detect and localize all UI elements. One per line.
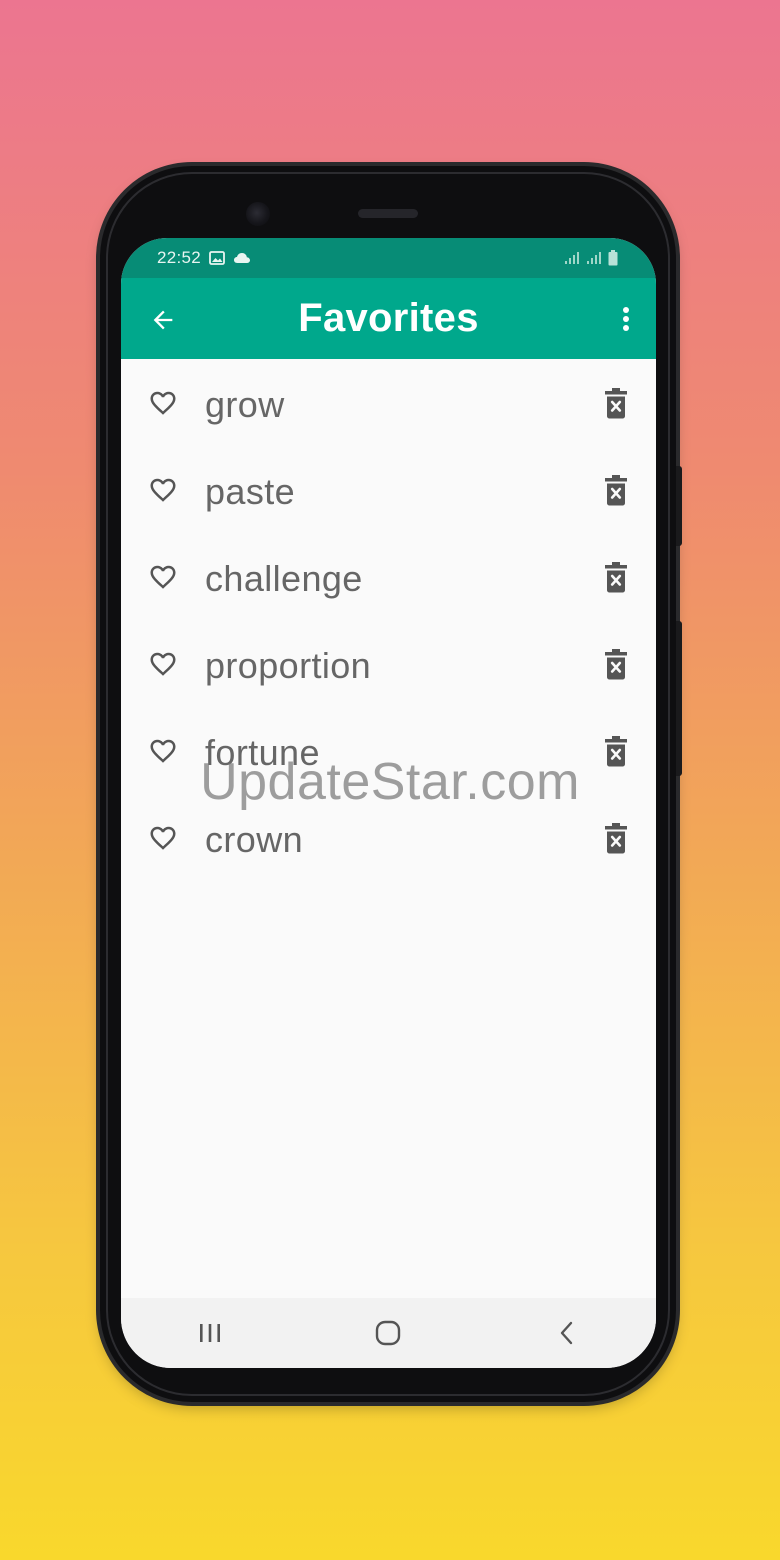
favorite-list-item[interactable]: crown [121, 797, 656, 884]
cloud-icon [234, 253, 251, 263]
earpiece-speaker [358, 209, 418, 218]
delete-forever-icon[interactable] [604, 387, 628, 419]
back-icon [560, 1321, 573, 1345]
heart-outline-icon[interactable] [147, 388, 179, 418]
app-bar: Favorites [121, 278, 656, 359]
power-button [676, 621, 682, 776]
recents-icon [200, 1324, 221, 1342]
battery-icon [608, 250, 618, 266]
favorite-word: fortune [205, 732, 320, 773]
volume-button [676, 466, 682, 546]
delete-forever-icon[interactable] [604, 735, 628, 767]
heart-outline-icon[interactable] [147, 649, 179, 679]
heart-outline-icon[interactable] [147, 823, 179, 853]
status-right [564, 250, 618, 266]
status-bar: 22:52 [121, 238, 656, 278]
system-nav-bar [121, 1298, 656, 1368]
delete-forever-icon[interactable] [604, 561, 628, 593]
heart-outline-icon[interactable] [147, 475, 179, 505]
heart-outline-icon[interactable] [147, 562, 179, 592]
signal-icon-2 [587, 252, 601, 264]
favorite-word: paste [205, 471, 296, 512]
recents-button[interactable] [175, 1303, 245, 1363]
image-icon [209, 251, 225, 265]
delete-forever-icon[interactable] [604, 822, 628, 854]
signal-icon [565, 252, 579, 264]
favorite-list-item[interactable]: challenge [121, 536, 656, 623]
app-screen: 22:52 Favorites grow paste challenge pro… [121, 238, 656, 1368]
delete-forever-icon[interactable] [604, 474, 628, 506]
favorite-list-item[interactable]: fortune [121, 710, 656, 797]
favorite-word: crown [205, 819, 304, 860]
page-title: Favorites [298, 296, 479, 340]
home-icon [376, 1320, 401, 1346]
favorite-word: challenge [205, 558, 363, 599]
favorite-list-item[interactable]: paste [121, 449, 656, 536]
nav-back-button[interactable] [532, 1303, 602, 1363]
status-left: 22:52 [157, 248, 251, 268]
heart-outline-icon[interactable] [147, 736, 179, 766]
favorite-word: proportion [205, 645, 372, 686]
favorite-list-item[interactable]: proportion [121, 623, 656, 710]
front-camera [246, 202, 270, 226]
overflow-menu-button[interactable] [612, 298, 640, 340]
favorite-list-item[interactable]: grow [121, 362, 656, 449]
delete-forever-icon[interactable] [604, 648, 628, 680]
more-vert-icon [623, 307, 629, 331]
favorite-word: grow [205, 384, 285, 425]
status-time: 22:52 [157, 248, 202, 267]
home-button[interactable] [353, 1303, 423, 1363]
phone-frame: 22:52 Favorites grow paste challenge pro… [100, 166, 682, 1402]
favorites-list: grow paste challenge proportion fortune … [121, 362, 656, 884]
